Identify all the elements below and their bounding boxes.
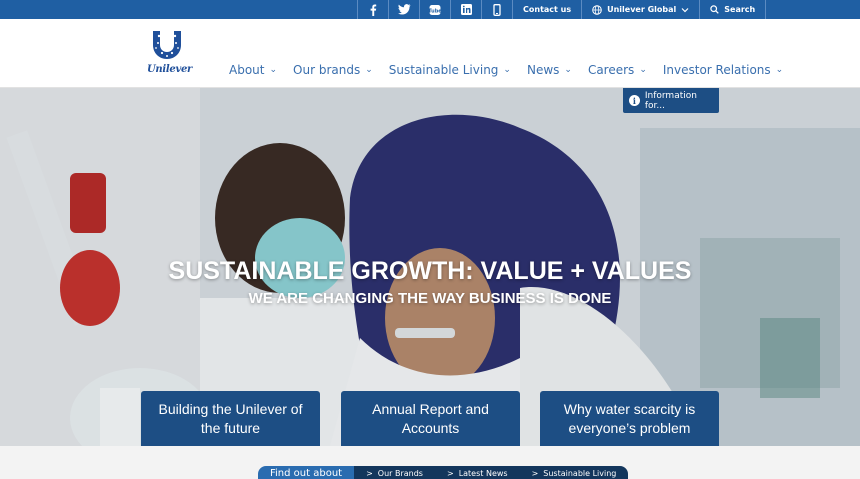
chevron-down-icon: ⌄: [564, 65, 572, 75]
find-link-our-brands[interactable]: > Our Brands: [354, 468, 435, 478]
nav-investor-relations[interactable]: Investor Relations ⌄: [663, 63, 783, 77]
facebook-icon[interactable]: [357, 0, 388, 19]
chevron-down-icon: ⌄: [503, 65, 511, 75]
information-for-button[interactable]: i Information for...: [623, 88, 719, 113]
chevron-down-icon: [681, 7, 689, 12]
logo-wordmark: Unilever: [147, 64, 192, 75]
nav-label: Careers: [587, 63, 635, 77]
chevron-down-icon: ⌄: [269, 65, 278, 75]
chevron-right-icon: >: [366, 469, 373, 478]
mobile-icon[interactable]: [481, 0, 512, 19]
search-button[interactable]: Search: [699, 0, 767, 19]
top-utility-bar: Tube Contact us Unilever Global Search: [0, 0, 860, 19]
card-annual-report[interactable]: Annual Report and Accounts: [341, 391, 520, 446]
twitter-icon[interactable]: [388, 0, 419, 19]
region-selector[interactable]: Unilever Global: [581, 0, 699, 19]
nav-our-brands[interactable]: Our brands ⌄: [293, 63, 373, 77]
globe-icon: [592, 4, 602, 15]
svg-text:Tube: Tube: [429, 8, 441, 14]
chevron-down-icon: ⌄: [639, 65, 647, 75]
linkedin-icon[interactable]: [450, 0, 481, 19]
search-label: Search: [724, 5, 756, 14]
nav-about[interactable]: About ⌄: [229, 63, 277, 77]
region-label: Unilever Global: [607, 5, 677, 14]
card-building-future[interactable]: Building the Unilever of the future: [141, 391, 320, 446]
find-link-label: Our Brands: [377, 469, 423, 478]
chevron-right-icon: >: [446, 469, 454, 478]
hero-subtitle: WE ARE CHANGING THE WAY BUSINESS IS DONE: [248, 290, 612, 307]
hero-title: SUSTAINABLE GROWTH: VALUE + VALUES: [168, 257, 692, 285]
site-header: Unilever About ⌄ Our brands ⌄ Sustainable …: [0, 19, 860, 88]
information-for-label: Information for...: [644, 90, 697, 111]
card-water-scarcity[interactable]: Why water scarcity is everyone’s problem: [540, 391, 719, 446]
hero-banner: i Information for... SUSTAINABLE GROWTH:…: [0, 88, 860, 446]
info-icon: i: [629, 95, 640, 106]
find-out-links: > Our Brands > Latest News > Sustainable Li…: [354, 466, 629, 479]
nav-label: About: [229, 63, 265, 77]
find-link-latest-news[interactable]: > Latest News: [435, 468, 520, 478]
find-link-sustainable-living[interactable]: > Sustainable Living: [520, 468, 629, 478]
find-link-label: Latest News: [458, 469, 508, 478]
nav-careers[interactable]: Careers ⌄: [588, 63, 647, 77]
nav-sustainable-living[interactable]: Sustainable Living ⌄: [389, 63, 511, 77]
contact-us-link[interactable]: Contact us: [512, 0, 581, 19]
card-label: Annual Report and Accounts: [372, 400, 489, 436]
chevron-right-icon: >: [531, 469, 539, 478]
search-icon: [710, 5, 720, 14]
find-out-strip: Find out about > Our Brands > Latest News …: [0, 446, 860, 479]
nav-label: Our brands: [293, 63, 361, 77]
nav-label: Sustainable Living: [388, 63, 499, 77]
find-link-label: Sustainable Living: [543, 469, 617, 478]
find-out-label: Find out about: [258, 466, 355, 479]
main-nav: About ⌄ Our brands ⌄ Sustainable Living ⌄ N…: [229, 63, 799, 77]
find-out-bar: Find out about > Our Brands > Latest News …: [258, 466, 629, 479]
chevron-down-icon: ⌄: [365, 65, 373, 75]
card-label: Why water scarcity is everyone’s problem: [563, 400, 696, 436]
nav-label: Investor Relations: [662, 63, 771, 77]
card-label: Building the Unilever of the future: [158, 400, 303, 436]
youtube-icon[interactable]: Tube: [419, 0, 450, 19]
nav-label: News: [526, 63, 560, 77]
contact-us-label: Contact us: [523, 5, 572, 14]
nav-news[interactable]: News ⌄: [527, 63, 572, 77]
chevron-down-icon: ⌄: [775, 65, 784, 75]
